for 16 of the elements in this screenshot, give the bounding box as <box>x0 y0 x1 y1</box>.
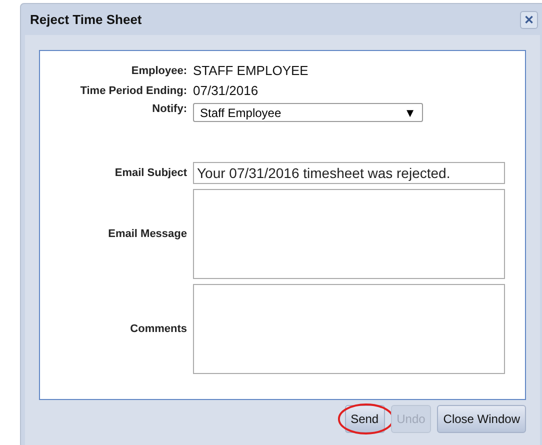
field-value: STAFF EMPLOYEE <box>193 63 308 78</box>
text-area[interactable] <box>193 284 505 374</box>
field-label: Email Message <box>107 228 188 240</box>
text-area[interactable] <box>193 189 505 279</box>
field-label: Email Subject <box>114 167 188 179</box>
notify-dropdown[interactable]: Staff Employee ▼ <box>193 103 423 122</box>
input-field[interactable]: Your 07/31/2016 timesheet was rejected. <box>193 162 505 184</box>
field-label: Employee: <box>130 64 188 76</box>
field-value: 07/31/2016 <box>193 83 258 98</box>
field-label: Notify: <box>151 103 188 115</box>
dialog-button[interactable]: Send <box>344 405 385 433</box>
window-title: Reject Time Sheet <box>30 12 142 27</box>
field-label: Time Period Ending: <box>79 84 188 96</box>
close-button[interactable]: ✕ <box>520 10 538 28</box>
field-label: Comments <box>129 323 188 335</box>
dialog-button[interactable]: Close Window <box>437 405 526 433</box>
